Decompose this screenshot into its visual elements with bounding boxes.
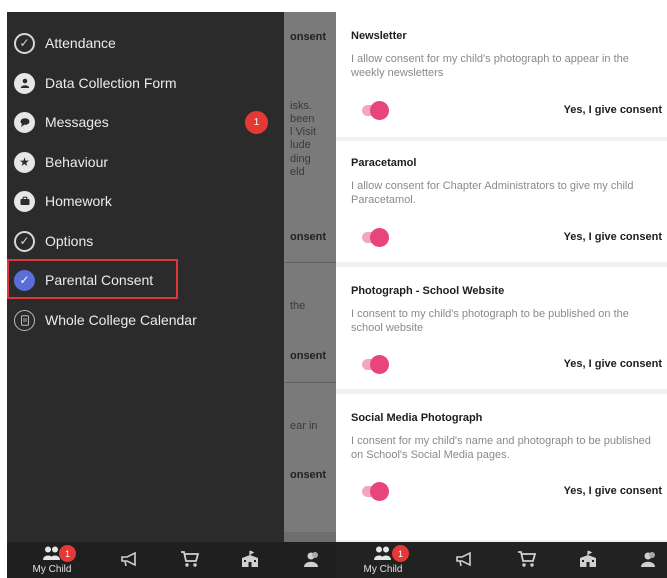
shopping-cart-icon — [517, 550, 537, 571]
menu-item-options[interactable]: ✓ Options — [7, 222, 284, 260]
menu-item-label: Data Collection Form — [45, 75, 177, 91]
nav-label: My Child — [32, 563, 72, 575]
megaphone-icon — [455, 551, 475, 570]
consent-title: Paracetamol — [351, 157, 417, 169]
background-text-fragment: onsent — [290, 350, 327, 362]
left-phone-screen: onsent isks. been l Visit lude ding eld … — [7, 12, 336, 578]
consent-answer: Yes, I give consent — [563, 358, 662, 370]
school-building-icon — [240, 549, 260, 571]
nav-school[interactable] — [235, 542, 265, 578]
consent-toggle[interactable] — [362, 482, 389, 501]
menu-item-label: Options — [45, 233, 94, 249]
toggle-knob — [370, 228, 389, 247]
menu-item-behaviour[interactable]: ★ Behaviour — [7, 143, 284, 181]
check-circle-icon: ✓ — [14, 230, 35, 252]
person-circle-icon — [14, 72, 35, 94]
people-icon — [640, 551, 658, 570]
right-phone-screen: Newsletter I allow consent for my child'… — [336, 12, 667, 578]
background-text-fragment: the — [290, 300, 306, 312]
toggle-knob — [370, 482, 389, 501]
check-circle-icon: ✓ — [14, 32, 35, 54]
document-icon — [14, 309, 35, 331]
nav-contacts[interactable] — [634, 542, 664, 578]
briefcase-icon — [14, 190, 35, 212]
menu-item-label: Attendance — [45, 35, 116, 51]
consent-description: I allow consent for my child's photograp… — [351, 53, 629, 79]
menu-item-label: Homework — [45, 193, 112, 209]
nav-badge: 1 — [392, 545, 409, 562]
background-text-fragment: onsent — [290, 469, 327, 481]
background-text-fragment: eld — [290, 166, 305, 178]
megaphone-icon — [120, 551, 140, 570]
toggle-knob — [370, 355, 389, 374]
background-text-fragment: onsent — [290, 231, 327, 243]
divider — [285, 262, 336, 263]
menu-item-label: Parental Consent — [45, 272, 154, 288]
consent-card-paracetamol: Paracetamol I allow consent for Chapter … — [336, 141, 667, 262]
nav-badge: 1 — [59, 545, 76, 562]
menu-item-label: Messages — [45, 114, 109, 130]
nav-my-child[interactable]: My Child 1 — [25, 542, 79, 578]
consent-card-social-media-photograph: Social Media Photograph I consent for my… — [336, 394, 667, 540]
nav-announcements[interactable] — [450, 542, 480, 578]
consent-description: I consent for my child's name and photog… — [351, 435, 651, 461]
nav-label: My Child — [363, 563, 403, 575]
consent-answer: Yes, I give consent — [563, 231, 662, 243]
menu-item-whole-college-calendar[interactable]: Whole College Calendar — [7, 301, 284, 339]
screenshot-stage: onsent isks. been l Visit lude ding eld … — [0, 0, 667, 578]
chat-bubble-icon — [14, 111, 35, 133]
consent-title: Social Media Photograph — [351, 412, 483, 424]
consent-toggle[interactable] — [362, 101, 389, 120]
bottom-navigation: My Child 1 — [336, 542, 667, 578]
messages-badge: 1 — [245, 110, 268, 134]
school-building-icon — [578, 549, 598, 571]
navigation-drawer: ✓ Attendance Data Collection Form Messag… — [7, 12, 284, 542]
consent-answer: Yes, I give consent — [563, 104, 662, 116]
nav-shop[interactable] — [175, 542, 205, 578]
background-text-fragment: been — [290, 113, 315, 125]
consent-toggle[interactable] — [362, 355, 389, 374]
bottom-navigation: My Child 1 — [7, 542, 336, 578]
nav-school[interactable] — [573, 542, 603, 578]
menu-item-parental-consent[interactable]: ✓ Parental Consent — [7, 261, 284, 299]
menu-item-data-collection-form[interactable]: Data Collection Form — [7, 64, 284, 102]
family-icon — [373, 546, 393, 563]
consent-card-newsletter: Newsletter I allow consent for my child'… — [336, 12, 667, 137]
divider — [285, 382, 336, 383]
background-text-fragment: onsent — [290, 31, 327, 43]
toggle-knob — [370, 101, 389, 120]
consent-answer: Yes, I give consent — [563, 485, 662, 497]
background-text-fragment: ding — [290, 153, 311, 165]
background-text-fragment: lude — [290, 139, 311, 151]
consent-description: I allow consent for Chapter Administrato… — [351, 180, 634, 206]
shopping-cart-icon — [180, 550, 200, 571]
menu-item-messages[interactable]: Messages 1 — [7, 103, 284, 141]
menu-item-attendance[interactable]: ✓ Attendance — [7, 24, 284, 62]
check-circle-icon: ✓ — [14, 269, 35, 291]
background-text-fragment: isks. — [290, 100, 312, 112]
menu-item-homework[interactable]: Homework — [7, 182, 284, 220]
star-hand-icon: ★ — [14, 151, 35, 173]
consent-toggle[interactable] — [362, 228, 389, 247]
nav-contacts[interactable] — [297, 542, 327, 578]
people-icon — [303, 551, 321, 570]
background-text-fragment: ear in — [290, 420, 318, 432]
nav-my-child[interactable]: My Child 1 — [356, 542, 410, 578]
consent-description: I consent to my child's photograph to be… — [351, 308, 629, 334]
menu-item-label: Behaviour — [45, 154, 109, 170]
background-text-fragment: l Visit — [290, 126, 317, 138]
consent-title: Photograph - School Website — [351, 285, 505, 297]
nav-shop[interactable] — [512, 542, 542, 578]
consent-card-photograph-school-website: Photograph - School Website I consent to… — [336, 267, 667, 389]
consent-title: Newsletter — [351, 30, 407, 42]
nav-announcements[interactable] — [115, 542, 145, 578]
menu-item-label: Whole College Calendar — [45, 312, 197, 328]
